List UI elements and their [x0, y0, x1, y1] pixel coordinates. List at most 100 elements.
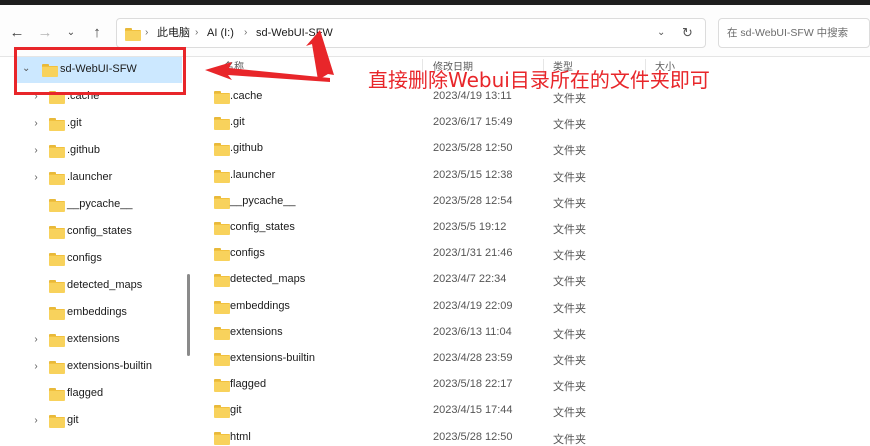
chevron-right-icon[interactable]: ›: [31, 118, 41, 129]
sidebar-item[interactable]: › .git: [0, 111, 190, 138]
sidebar-item[interactable]: › extensions-builtin: [0, 354, 190, 381]
sidebar-item-label: .git: [67, 117, 82, 129]
folder-icon: [214, 195, 230, 209]
up-arrow-icon[interactable]: ↑: [88, 23, 106, 41]
file-type: 文件夹: [553, 433, 586, 446]
folder-icon: [214, 169, 230, 183]
file-row[interactable]: html 2023/5/28 12:50 文件夹: [190, 425, 870, 446]
file-modified-date: 2023/4/19 22:09: [433, 299, 513, 312]
file-row[interactable]: .launcher 2023/5/15 12:38 文件夹: [190, 163, 870, 189]
file-modified-date: 2023/4/7 22:34: [433, 273, 507, 286]
sidebar-item-label: detected_maps: [67, 279, 143, 291]
sidebar-item-label: .github: [67, 144, 101, 156]
file-type: 文件夹: [553, 197, 586, 210]
file-row[interactable]: detected_maps 2023/4/7 22:34 文件夹: [190, 267, 870, 293]
sidebar-item[interactable]: › git: [0, 408, 190, 435]
forward-arrow-icon[interactable]: →: [36, 23, 54, 41]
sidebar-item[interactable]: detected_maps: [0, 273, 190, 300]
folder-icon: [214, 143, 230, 157]
file-name: flagged: [230, 378, 267, 391]
column-header-name[interactable]: 名称: [224, 57, 244, 79]
file-row[interactable]: configs 2023/1/31 21:46 文件夹: [190, 241, 870, 267]
file-type: 文件夹: [553, 250, 586, 263]
folder-icon: [214, 379, 230, 393]
sidebar-item-label: extensions: [67, 333, 120, 345]
file-row[interactable]: git 2023/4/15 17:44 文件夹: [190, 398, 870, 424]
sidebar-item[interactable]: flagged: [0, 381, 190, 408]
file-type: 文件夹: [553, 328, 586, 341]
file-name: git: [230, 404, 242, 417]
back-arrow-icon[interactable]: ←: [8, 23, 26, 41]
sidebar-item-label: git: [67, 414, 79, 426]
file-modified-date: 2023/5/18 22:17: [433, 378, 513, 391]
chevron-right-icon[interactable]: ›: [31, 415, 41, 426]
file-type: 文件夹: [553, 381, 586, 394]
folder-icon: [214, 117, 230, 131]
file-row[interactable]: flagged 2023/5/18 22:17 文件夹: [190, 372, 870, 398]
folder-icon: [214, 274, 230, 288]
file-name: config_states: [230, 221, 295, 233]
file-list: 名称 修改日期 类型 大小 .cache 2023/4/19 13:11 文件夹 .g…: [190, 57, 870, 446]
address-history-chevron-icon[interactable]: ⌄: [657, 19, 665, 47]
file-name: configs: [230, 247, 265, 260]
folder-icon: [49, 199, 65, 212]
sidebar-item[interactable]: embeddings: [0, 300, 190, 327]
file-row[interactable]: .git 2023/6/17 15:49 文件夹: [190, 110, 870, 136]
sidebar-item-label: embeddings: [67, 306, 127, 318]
file-modified-date: 2023/5/15 12:38: [433, 168, 513, 181]
sidebar-item[interactable]: › .github: [0, 138, 190, 165]
chevron-right-icon[interactable]: ›: [31, 334, 41, 345]
file-type: 文件夹: [553, 407, 586, 420]
file-type: 文件夹: [553, 224, 586, 236]
refresh-icon[interactable]: ↻: [682, 19, 693, 47]
breadcrumb-drive[interactable]: AI (I:): [207, 19, 234, 47]
file-row[interactable]: config_states 2023/5/5 19:12 文件夹: [190, 215, 870, 241]
chevron-right-icon[interactable]: ›: [31, 145, 41, 156]
sidebar-item[interactable]: configs: [0, 246, 190, 273]
sidebar-item[interactable]: config_states: [0, 219, 190, 246]
highlight-box: [14, 47, 186, 95]
file-modified-date: 2023/5/5 19:12: [433, 221, 507, 233]
file-type: 文件夹: [553, 171, 586, 184]
file-modified-date: 2023/1/31 21:46: [433, 247, 513, 260]
annotation-text: 直接删除Webui目录所在的文件夹即可: [368, 68, 710, 92]
file-name: .github: [230, 142, 264, 155]
chevron-right-icon[interactable]: ›: [31, 172, 41, 183]
breadcrumb-separator-icon: ›: [145, 27, 149, 38]
folder-icon: [214, 91, 230, 104]
sidebar-item[interactable]: › .launcher: [0, 165, 190, 192]
folder-icon: [214, 405, 230, 419]
sidebar-item[interactable]: __pycache__: [0, 192, 190, 219]
breadcrumb-current-folder[interactable]: sd-WebUI-SFW: [256, 19, 333, 47]
file-type: 文件夹: [553, 276, 586, 289]
file-modified-date: 2023/6/17 15:49: [433, 116, 513, 129]
sidebar-item-label: configs: [67, 252, 102, 264]
file-type: 文件夹: [553, 302, 586, 315]
folder-icon: [214, 326, 230, 340]
file-modified-date: 2023/5/28 12:50: [433, 430, 513, 443]
file-row[interactable]: __pycache__ 2023/5/28 12:54 文件夹: [190, 189, 870, 215]
breadcrumb-separator-icon: ›: [195, 27, 199, 38]
file-row[interactable]: .github 2023/5/28 12:50 文件夹: [190, 136, 870, 162]
file-row[interactable]: extensions-builtin 2023/4/28 23:59 文件夹: [190, 346, 870, 372]
folder-icon: [49, 172, 65, 185]
file-row[interactable]: extensions 2023/6/13 11:04 文件夹: [190, 320, 870, 346]
folder-icon: [49, 388, 65, 401]
folder-icon: [49, 334, 65, 347]
file-name: .launcher: [230, 168, 276, 181]
file-modified-date: 2023/4/15 17:44: [433, 404, 513, 417]
file-modified-date: 2023/5/28 12:54: [433, 194, 513, 207]
sidebar-item-label: extensions-builtin: [67, 360, 152, 372]
sidebar-item[interactable]: › extensions: [0, 327, 190, 354]
breadcrumb-this-pc[interactable]: 此电脑: [157, 19, 190, 47]
file-row[interactable]: embeddings 2023/4/19 22:09 文件夹: [190, 294, 870, 320]
folder-icon: [49, 280, 65, 293]
file-modified-date: 2023/5/28 12:50: [433, 142, 513, 155]
address-bar[interactable]: › 此电脑 › AI (I:) › sd-WebUI-SFW ⌄ ↻: [116, 18, 706, 48]
chevron-right-icon[interactable]: ›: [31, 361, 41, 372]
folder-icon: [214, 222, 230, 235]
chevron-down-icon[interactable]: ⌄: [62, 23, 80, 41]
sidebar-item-label: config_states: [67, 225, 132, 237]
file-name: embeddings: [230, 299, 290, 312]
search-input[interactable]: 在 sd-WebUI-SFW 中搜索: [718, 18, 870, 48]
